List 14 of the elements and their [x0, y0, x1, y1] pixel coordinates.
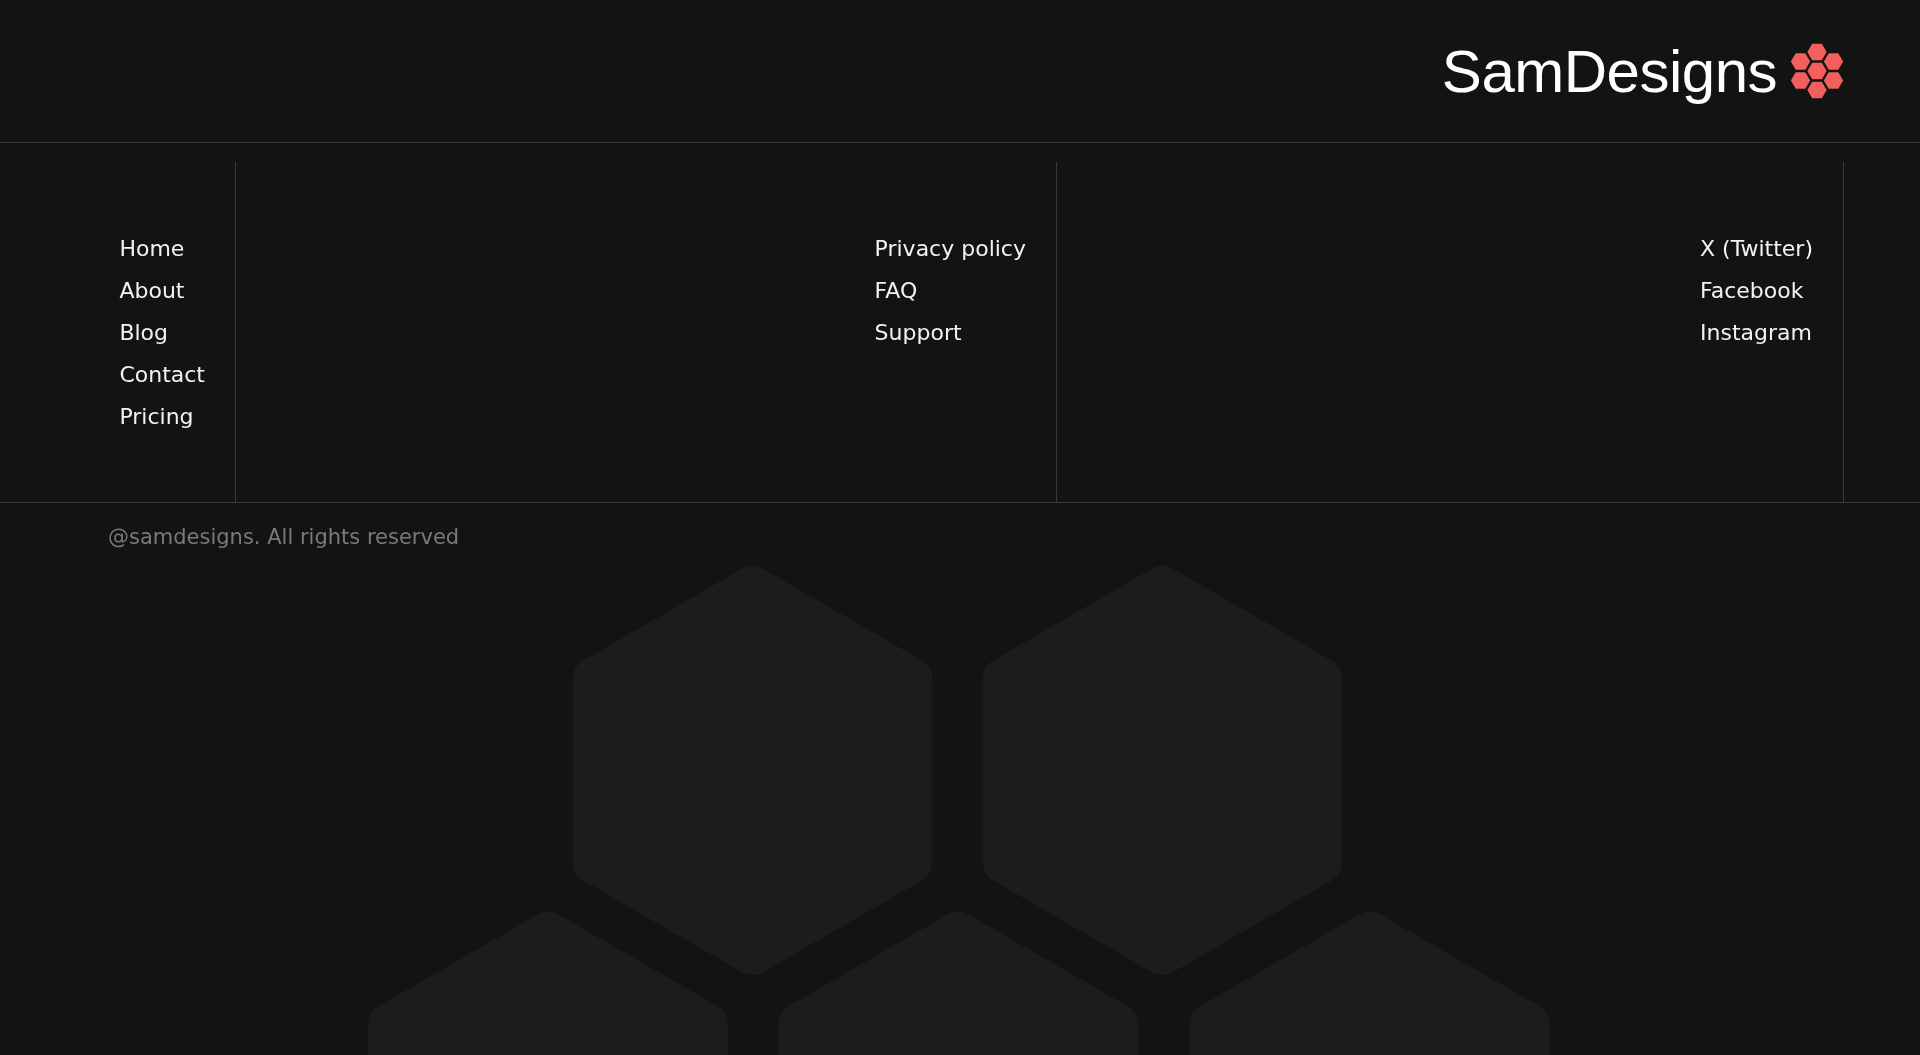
footer-link[interactable]: Facebook — [1700, 270, 1804, 312]
footer-link[interactable]: Contact — [119, 354, 205, 396]
footer-link[interactable]: FAQ — [874, 270, 918, 312]
footer-link[interactable]: Blog — [119, 312, 169, 354]
footer-link[interactable]: About — [119, 270, 185, 312]
footer-link[interactable]: Pricing — [119, 396, 194, 438]
footer-link[interactable]: Privacy policy — [874, 228, 1026, 270]
logo-text[interactable]: SamDesigns — [1441, 36, 1777, 106]
footer-link[interactable]: Home — [119, 228, 185, 270]
hexagon-cluster-icon — [1789, 41, 1845, 101]
footer-link[interactable]: X (Twitter) — [1700, 228, 1813, 270]
footer-link[interactable]: Instagram — [1700, 312, 1812, 354]
copyright-text: @samdesigns. All rights reserved — [107, 524, 461, 551]
footer-link[interactable]: Support — [874, 312, 962, 354]
